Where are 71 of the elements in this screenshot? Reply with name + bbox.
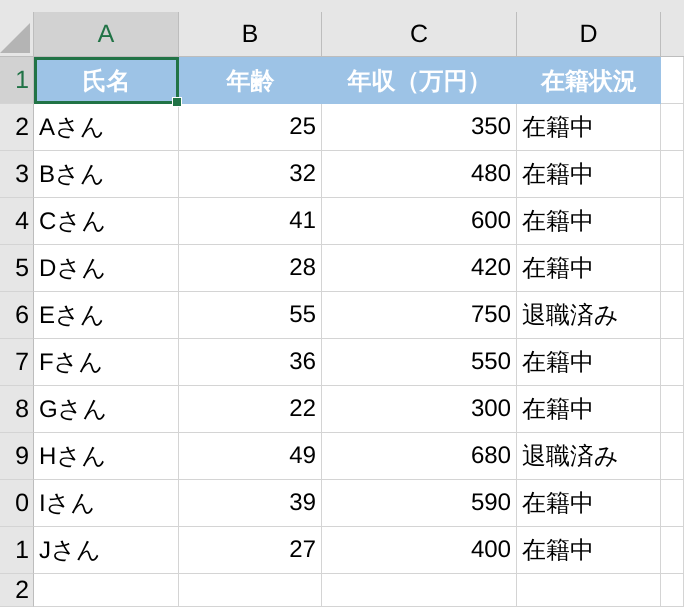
column-header[interactable]: B	[179, 12, 322, 57]
row-header[interactable]: 5	[0, 245, 34, 292]
table-cell: 在籍中	[517, 386, 661, 433]
table-cell: 退職済み	[517, 433, 661, 480]
empty-cell	[661, 433, 684, 480]
table-cell: 550	[322, 339, 517, 386]
table-cell: 400	[322, 527, 517, 574]
table-cell: 32	[179, 151, 322, 198]
table-cell: Aさん	[34, 104, 179, 151]
empty-cell	[661, 151, 684, 198]
table-cell: 36	[179, 339, 322, 386]
table-cell: 25	[179, 104, 322, 151]
table-cell: 39	[179, 480, 322, 527]
table-cell: 27	[179, 527, 322, 574]
table-cell: 420	[322, 245, 517, 292]
table-cell: Fさん	[34, 339, 179, 386]
table-cell: 590	[322, 480, 517, 527]
row-header[interactable]: 6	[0, 292, 34, 339]
table-cell: 680	[322, 433, 517, 480]
row-header[interactable]: 1	[0, 527, 34, 574]
table-cell: 在籍中	[517, 480, 661, 527]
column-header[interactable]: D	[517, 12, 661, 57]
row-header[interactable]: 2	[0, 104, 34, 151]
table-cell: 55	[179, 292, 322, 339]
table-cell: 在籍中	[517, 198, 661, 245]
table-cell: Dさん	[34, 245, 179, 292]
empty-cell	[661, 339, 684, 386]
corner-cell[interactable]	[0, 12, 34, 57]
table-cell: 480	[322, 151, 517, 198]
table-cell: 49	[179, 433, 322, 480]
table-cell: 在籍中	[517, 339, 661, 386]
select-all-icon[interactable]	[0, 23, 30, 53]
empty-cell	[661, 198, 684, 245]
table-cell: 350	[322, 104, 517, 151]
empty-cell	[661, 480, 684, 527]
column-header[interactable]	[661, 12, 684, 57]
empty-cell	[661, 574, 684, 607]
row-header[interactable]: 8	[0, 386, 34, 433]
column-header[interactable]: C	[322, 12, 517, 57]
empty-cell	[661, 104, 684, 151]
table-cell: Gさん	[34, 386, 179, 433]
table-cell: 28	[179, 245, 322, 292]
empty-cell	[661, 386, 684, 433]
row-header[interactable]: 1	[0, 57, 34, 104]
row-header[interactable]: 4	[0, 198, 34, 245]
table-cell: 在籍中	[517, 527, 661, 574]
table-cell: 300	[322, 386, 517, 433]
table-cell: Cさん	[34, 198, 179, 245]
table-cell: Eさん	[34, 292, 179, 339]
table-cell: 在籍中	[517, 245, 661, 292]
table-cell: 在籍中	[517, 151, 661, 198]
table-cell: Bさん	[34, 151, 179, 198]
table-cell: 22	[179, 386, 322, 433]
table-cell: 41	[179, 198, 322, 245]
row-header[interactable]: 3	[0, 151, 34, 198]
table-cell: Iさん	[34, 480, 179, 527]
table-cell: Jさん	[34, 527, 179, 574]
column-header[interactable]: A	[34, 12, 179, 57]
table-cell: 600	[322, 198, 517, 245]
fill-handle[interactable]	[172, 97, 182, 107]
table-cell: Hさん	[34, 433, 179, 480]
table-cell: 退職済み	[517, 292, 661, 339]
row-header[interactable]: 9	[0, 433, 34, 480]
empty-cell	[661, 245, 684, 292]
table-cell: 在籍中	[517, 104, 661, 151]
table-cell: 750	[322, 292, 517, 339]
row-header[interactable]: 0	[0, 480, 34, 527]
row-header[interactable]: 7	[0, 339, 34, 386]
empty-cell	[661, 292, 684, 339]
empty-cell	[661, 527, 684, 574]
row-header[interactable]: 2	[0, 574, 34, 607]
